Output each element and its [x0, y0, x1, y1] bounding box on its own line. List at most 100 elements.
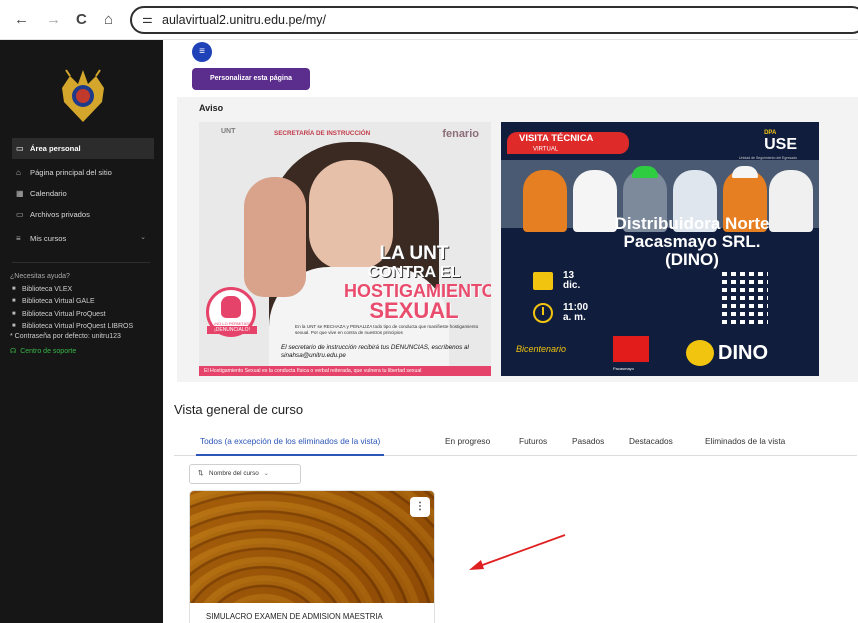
virtual-label: VIRTUAL — [525, 146, 558, 153]
helmet-icon — [732, 166, 758, 178]
customize-page-button[interactable]: Personalizar esta página — [192, 68, 310, 90]
banner-headline: LA UNT CONTRA EL HOSTIGAMIENTO SEXUAL — [344, 243, 491, 323]
sort-icon: ⇅ — [198, 470, 204, 477]
address-bar[interactable]: ⚌ aulavirtual2.unitru.edu.pe/my/ — [130, 6, 858, 34]
sort-dropdown[interactable]: ⇅ Nombre del curso ⌄ — [189, 464, 301, 484]
menu-toggle-button[interactable]: ≡ — [192, 42, 212, 62]
sidebar-item-label: Archivos privados — [30, 210, 90, 219]
tab-pasados[interactable]: Pasados — [568, 426, 608, 456]
sidebar-item-mis-cursos[interactable]: ≡ Mis cursos ⌄ — [12, 228, 154, 249]
hand-icon — [221, 296, 241, 318]
banner-visita-tecnica[interactable]: VISITA TÉCNICA VIRTUAL DPA USE Unidad de… — [501, 122, 819, 376]
folder-icon: ▭ — [16, 210, 24, 219]
dashboard-icon: ▭ — [16, 144, 24, 153]
book-icon: ■ — [12, 285, 16, 292]
sidebar-item-label: Página principal del sitio — [30, 168, 112, 177]
course-name-link[interactable]: SIMULACRO EXAMEN DE ADMISION MAESTRIA — [206, 612, 383, 621]
course-card[interactable]: ⋮ SIMULACRO EXAMEN DE ADMISION MAESTRIA — [189, 490, 435, 623]
link-biblioteca-proquest-libros[interactable]: ■ Biblioteca Virtual ProQuest LIBROS — [10, 322, 160, 332]
headline-line: SEXUAL — [369, 298, 459, 323]
clock-icon — [533, 303, 553, 323]
home-icon: ⌂ — [16, 168, 21, 177]
sidebar-item-label: Calendario — [30, 189, 67, 198]
help-heading: ¿Necesitas ayuda? — [10, 273, 70, 280]
book-icon: ■ — [12, 310, 16, 317]
support-link[interactable]: ☊ Centro de soporte — [10, 347, 160, 357]
headline-line: LA UNT — [379, 243, 449, 264]
unt-logo: UNT — [221, 128, 236, 135]
link-biblioteca-proquest[interactable]: ■ Biblioteca Virtual ProQuest — [10, 310, 160, 320]
tab-en-progreso[interactable]: En progreso — [441, 426, 494, 456]
event-time: 11:00 a. m. — [563, 303, 588, 323]
brand-logo: fenario — [442, 128, 479, 140]
banner-hostigamiento[interactable]: UNT SECRETARÍA DE INSTRUCCIÓN fenario LA… — [199, 122, 491, 376]
url-text[interactable]: aulavirtual2.unitru.edu.pe/my/ — [162, 13, 326, 27]
chevron-down-icon[interactable]: ⌄ — [140, 233, 146, 241]
bicentenario-logo: Bicentenario — [516, 344, 567, 354]
book-icon: ■ — [12, 323, 16, 329]
link-label: Biblioteca Virtual ProQuest LIBROS — [22, 323, 134, 330]
site-settings-icon[interactable]: ⚌ — [142, 12, 153, 26]
stop-hand-icon — [244, 177, 306, 297]
course-overview-title: Vista general de curso — [174, 402, 304, 417]
pacasmayo-logo-icon — [613, 336, 649, 362]
back-button[interactable]: ← — [14, 10, 29, 30]
sidebar-item-label: Mis cursos — [30, 234, 67, 243]
forward-button[interactable]: → — [46, 10, 61, 30]
courses-icon: ≡ — [16, 234, 21, 243]
denuncialo-badge: ¡NO LO PERMITAS! ¡DENUNCIALO! — [206, 287, 257, 337]
reload-button[interactable]: C — [76, 10, 87, 30]
calendar-icon: ▦ — [16, 189, 24, 198]
sidebar-menu: ▭ Área personal ⌂ Página principal del s… — [12, 138, 154, 249]
annotation-arrow-icon — [469, 534, 566, 570]
main-content: ≡ Personalizar esta página Aviso UNT SEC… — [163, 40, 858, 623]
support-label: Centro de soporte — [20, 348, 77, 355]
course-filter-tabs: Todos (a excepción de los eliminados de … — [174, 426, 857, 456]
left-sidebar: ▭ Área personal ⌂ Página principal del s… — [0, 40, 163, 623]
dino-icon — [686, 340, 714, 366]
link-biblioteca-gale[interactable]: ■ Biblioteca Virtual GALE — [10, 297, 160, 307]
calendar-icon — [533, 272, 553, 290]
tab-futuros[interactable]: Futuros — [515, 426, 551, 456]
dino-logo: DINO — [686, 340, 794, 366]
headline-line: CONTRA EL — [367, 264, 461, 281]
link-label: Biblioteca VLEX — [22, 285, 73, 293]
course-image[interactable] — [190, 491, 434, 603]
sidebar-item-calendario[interactable]: ▦ Calendario — [12, 183, 154, 204]
headset-icon: ☊ — [10, 348, 17, 355]
date-month: dic. — [563, 280, 581, 291]
link-biblioteca-vlex[interactable]: ■ Biblioteca VLEX — [10, 285, 160, 295]
event-date: 13 dic. — [563, 271, 580, 291]
aviso-title: Aviso — [199, 103, 224, 113]
title-line: Pacasmayo SRL. — [623, 232, 761, 251]
use-subtitle: Unidad de Seguimiento del Egresado — [739, 156, 797, 160]
link-label: Biblioteca Virtual GALE — [22, 298, 95, 305]
use-logo: DPA USE — [764, 130, 797, 154]
chevron-down-icon: ⌄ — [263, 470, 269, 477]
title-line: Distribuidora Norte — [614, 214, 770, 233]
sidebar-item-archivos-privados[interactable]: ▭ Archivos privados — [12, 204, 154, 225]
banner-body-text: En la UNT se RECHAZA y PENALIZA todo tip… — [295, 324, 479, 335]
use-label: USE — [764, 136, 797, 153]
virtual-text: VIRTUAL — [533, 146, 559, 153]
banner-footer: El Hostigamiento Sexual es la conducta f… — [199, 366, 491, 376]
sidebar-item-area-personal[interactable]: ▭ Área personal — [12, 138, 154, 159]
divider — [12, 262, 150, 263]
banner-contact-text: El secretario de instrucción recibirá tu… — [281, 344, 469, 359]
tab-destacados[interactable]: Destacados — [625, 426, 677, 456]
badge-main: ¡DENUNCIALO! — [207, 326, 257, 334]
sidebar-item-pagina-principal[interactable]: ⌂ Página principal del sitio — [12, 162, 154, 183]
live-dot-icon — [525, 146, 531, 152]
company-title: Distribuidora Norte Pacasmayo SRL. (DINO… — [557, 215, 819, 269]
tab-eliminados[interactable]: Eliminados de la vista — [701, 426, 789, 456]
pacasmayo-label: Pacasmayo — [613, 366, 634, 371]
password-note: * Contraseña por defecto: unitru123 — [10, 332, 121, 340]
link-label: Biblioteca Virtual ProQuest — [22, 310, 106, 318]
course-menu-button[interactable]: ⋮ — [410, 497, 430, 517]
title-line: (DINO) — [665, 250, 719, 269]
book-icon: ■ — [12, 298, 16, 304]
tab-todos[interactable]: Todos (a excepción de los eliminados de … — [196, 426, 385, 456]
home-button[interactable]: ⌂ — [104, 10, 113, 30]
app-window: ← → C ⌂ ⚌ aulavirtual2.unitru.edu.pe/my/… — [0, 0, 858, 623]
dino-label: DINO — [718, 342, 768, 364]
